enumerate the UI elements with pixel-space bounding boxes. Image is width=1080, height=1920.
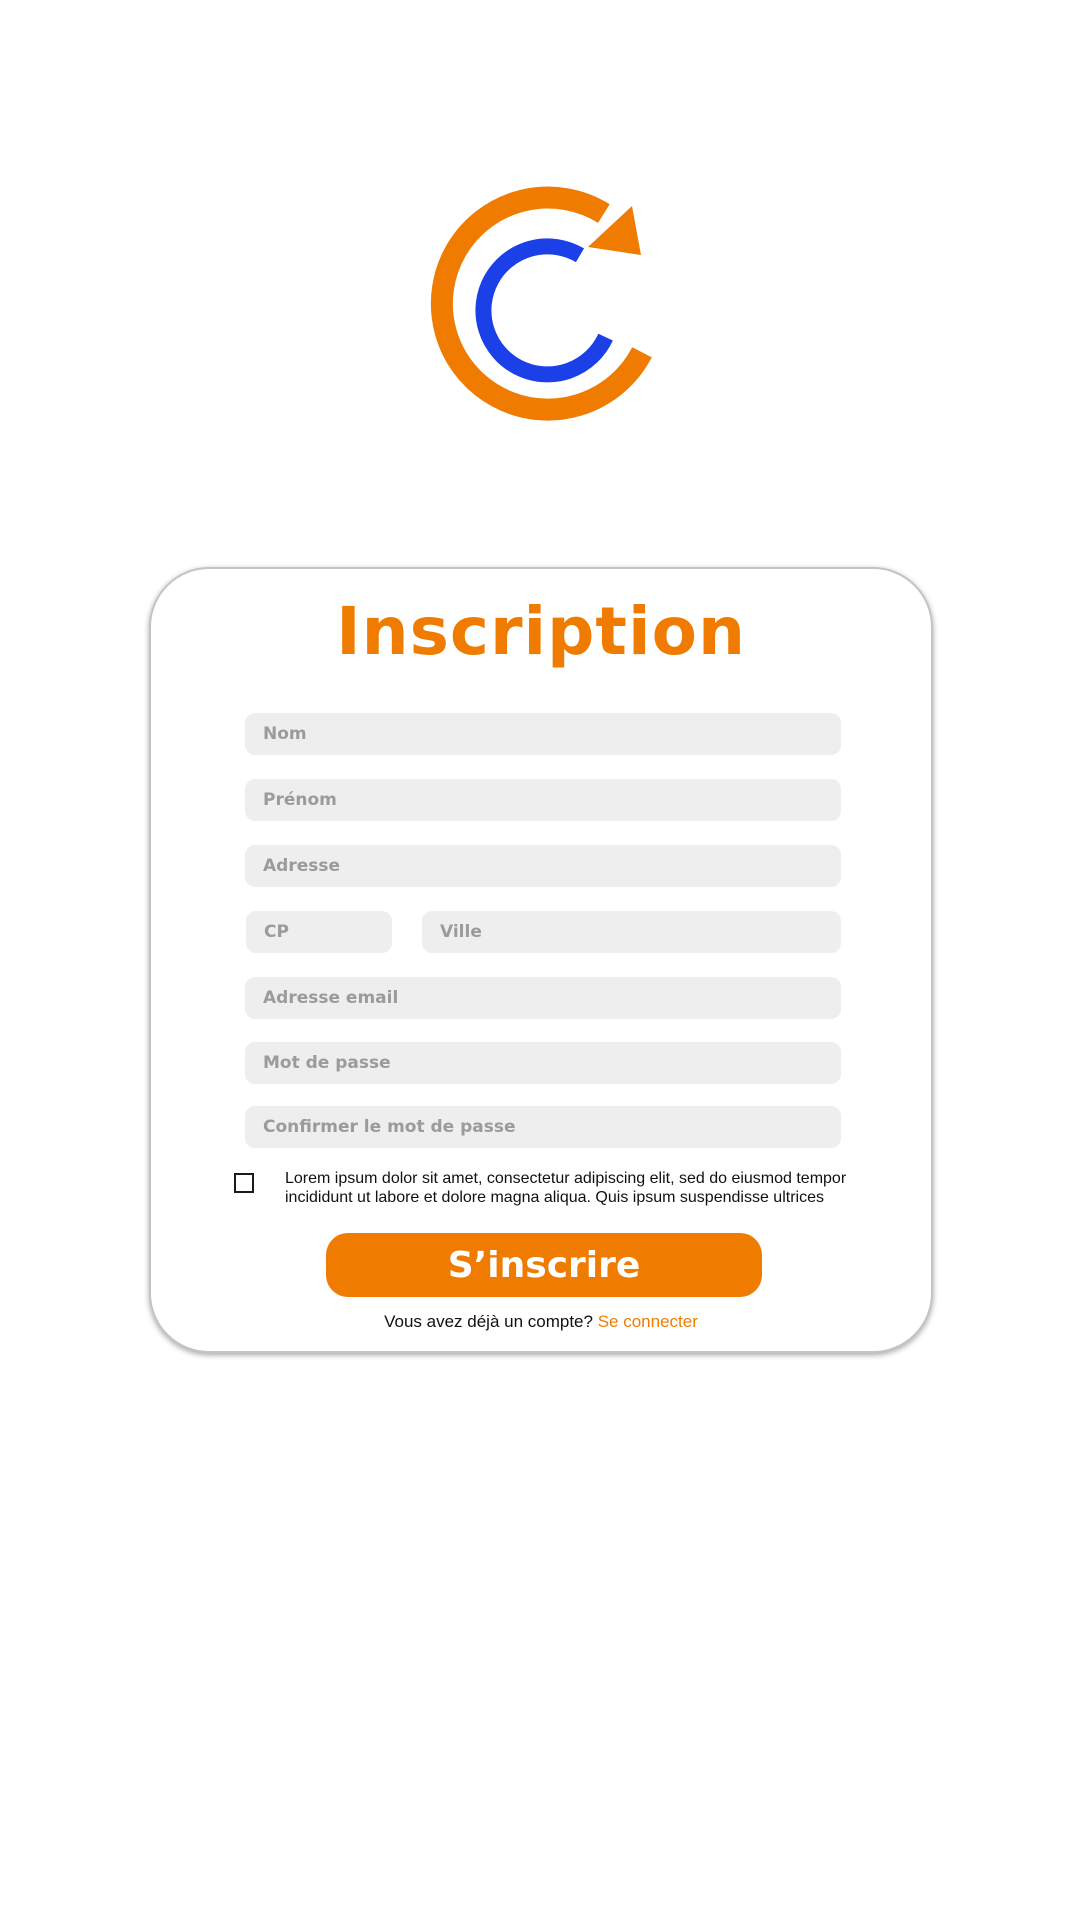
terms-line-2: incididunt ut labore et dolore magna ali… xyxy=(285,1189,824,1206)
sinscrire-button[interactable]: S’inscrire xyxy=(326,1233,762,1297)
registration-card: Inscription Lorem ipsum dolor sit amet, … xyxy=(149,567,933,1353)
password-field[interactable] xyxy=(245,1042,841,1084)
se-connecter-link[interactable]: Se connecter xyxy=(598,1312,698,1331)
nom-field[interactable] xyxy=(245,713,841,755)
login-prompt-text: Vous avez déjà un compte? xyxy=(384,1312,593,1331)
ville-field[interactable] xyxy=(422,911,841,953)
prenom-field[interactable] xyxy=(245,779,841,821)
email-field[interactable] xyxy=(245,977,841,1019)
terms-line-1: Lorem ipsum dolor sit amet, consectetur … xyxy=(285,1170,847,1187)
refresh-c-logo-icon xyxy=(430,186,652,421)
adresse-field[interactable] xyxy=(245,845,841,887)
terms-checkbox[interactable] xyxy=(234,1173,254,1193)
logo-inner-arc xyxy=(475,238,613,383)
password-confirm-field[interactable] xyxy=(245,1106,841,1148)
cp-field[interactable] xyxy=(246,911,392,953)
terms-text: Lorem ipsum dolor sit amet, consectetur … xyxy=(285,1169,875,1207)
login-prompt: Vous avez déjà un compte? Se connecter xyxy=(151,1312,931,1332)
page-title: Inscription xyxy=(336,593,746,670)
